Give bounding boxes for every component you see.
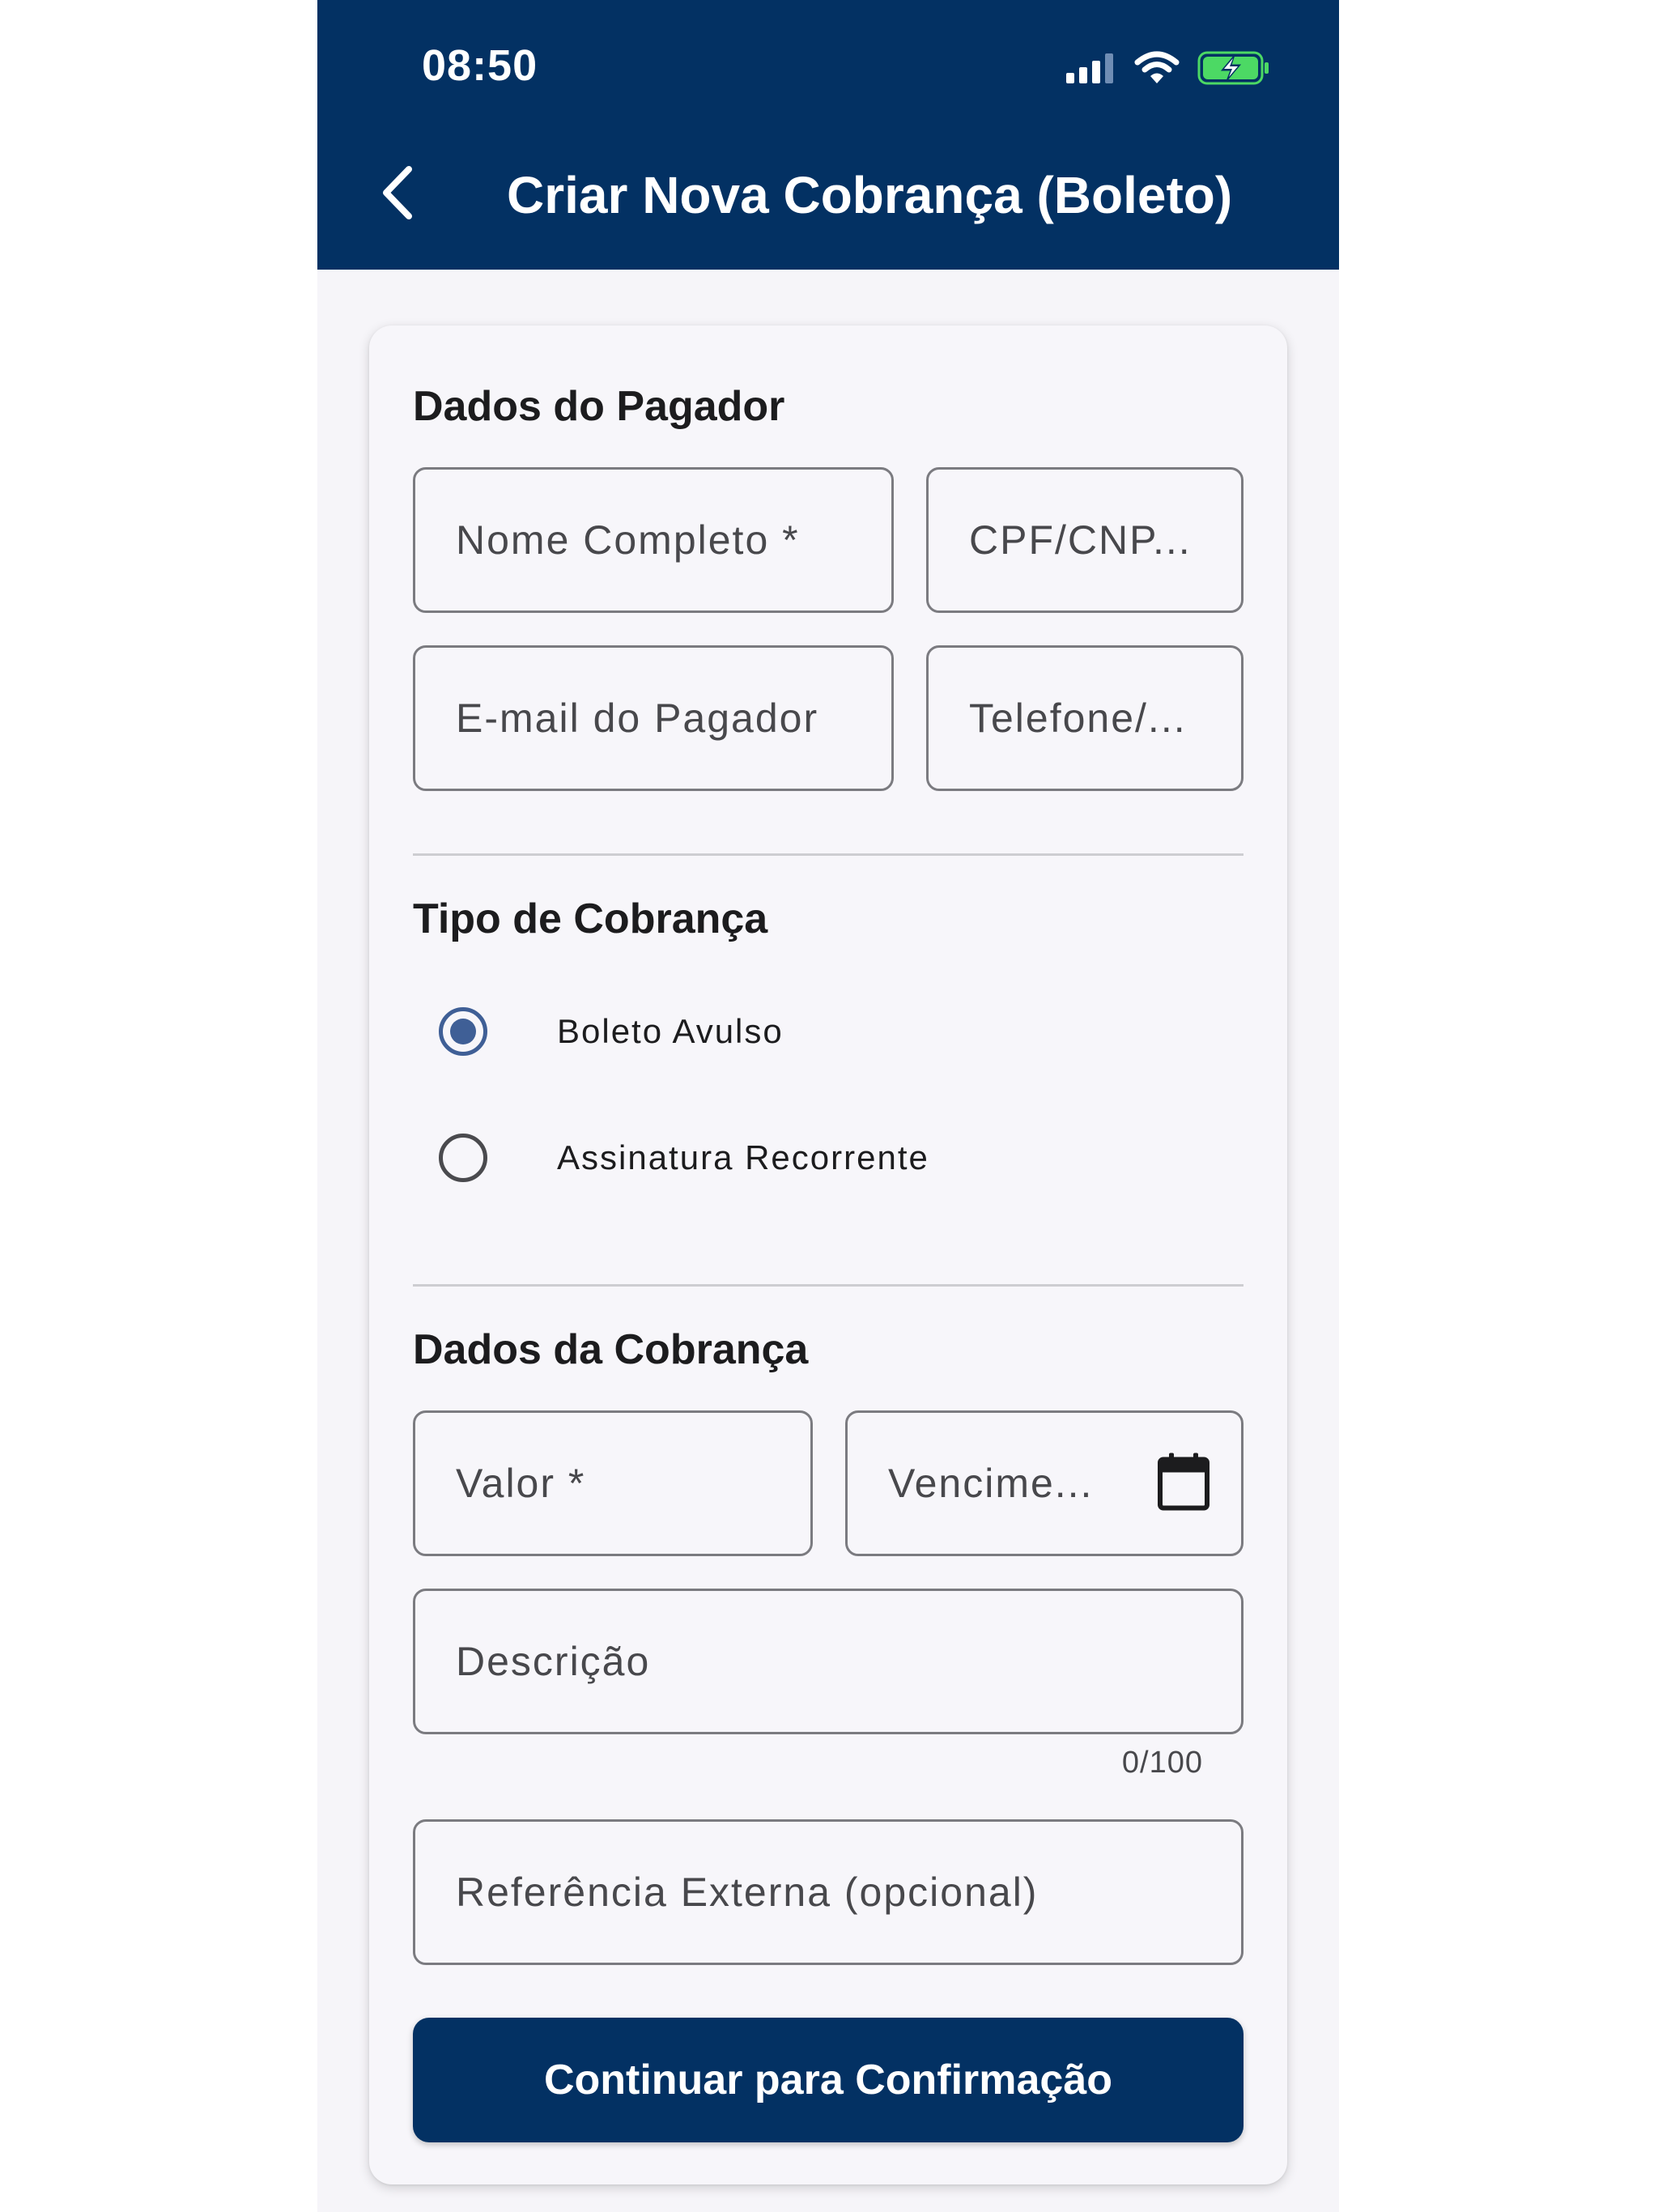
status-time: 08:50 — [422, 41, 538, 90]
calendar-icon[interactable] — [1157, 1452, 1210, 1516]
radio-label: Boleto Avulso — [557, 1012, 784, 1050]
radio-button-unselected[interactable] — [439, 1134, 487, 1182]
charge-form-card: Dados do Pagador Nome Completo * CPF/CNP… — [369, 325, 1287, 2184]
external-reference-placeholder: Referência Externa (opcional) — [456, 1870, 1039, 1915]
description-placeholder: Descrição — [456, 1639, 651, 1684]
payer-section-title: Dados do Pagador — [413, 383, 785, 430]
battery-charging-icon — [1197, 50, 1270, 90]
back-button[interactable] — [366, 162, 431, 227]
phone-field[interactable]: Telefone/... — [926, 645, 1244, 791]
radio-dot — [450, 1019, 476, 1044]
email-placeholder: E-mail do Pagador — [456, 696, 819, 741]
wifi-icon — [1134, 51, 1180, 89]
chevron-left-icon — [378, 164, 419, 225]
full-name-field[interactable]: Nome Completo * — [413, 467, 894, 613]
full-name-placeholder: Nome Completo * — [456, 517, 800, 563]
due-date-field[interactable]: Vencime... — [845, 1410, 1244, 1556]
external-reference-field[interactable]: Referência Externa (opcional) — [413, 1819, 1244, 1965]
document-placeholder: CPF/CNP... — [969, 517, 1192, 563]
continue-button[interactable]: Continuar para Confirmação — [413, 2018, 1244, 2142]
charge-data-section-title: Dados da Cobrança — [413, 1326, 809, 1373]
radio-option-assinatura-recorrente[interactable]: Assinatura Recorrente — [413, 1113, 1244, 1202]
value-field[interactable]: Valor * — [413, 1410, 813, 1556]
app-bar: 08:50 Criar Nova Cobrança (Boleto) — [317, 0, 1339, 270]
radio-button-selected[interactable] — [439, 1007, 487, 1056]
phone-placeholder: Telefone/... — [969, 696, 1187, 741]
divider — [413, 853, 1244, 856]
status-icons — [1065, 50, 1270, 90]
email-field[interactable]: E-mail do Pagador — [413, 645, 894, 791]
signal-icon — [1065, 52, 1116, 88]
due-date-placeholder: Vencime... — [888, 1461, 1094, 1506]
phone-screen: 08:50 Criar Nova Cobrança (Boleto) Dados… — [317, 0, 1339, 2212]
radio-label: Assinatura Recorrente — [557, 1138, 929, 1176]
value-placeholder: Valor * — [456, 1461, 586, 1506]
page-title: Criar Nova Cobrança (Boleto) — [507, 166, 1233, 224]
document-field[interactable]: CPF/CNP... — [926, 467, 1244, 613]
charge-type-section-title: Tipo de Cobrança — [413, 895, 768, 942]
description-field[interactable]: Descrição — [413, 1589, 1244, 1734]
divider — [413, 1284, 1244, 1287]
radio-option-boleto-avulso[interactable]: Boleto Avulso — [413, 987, 1244, 1076]
description-char-counter: 0/100 — [1121, 1746, 1203, 1780]
